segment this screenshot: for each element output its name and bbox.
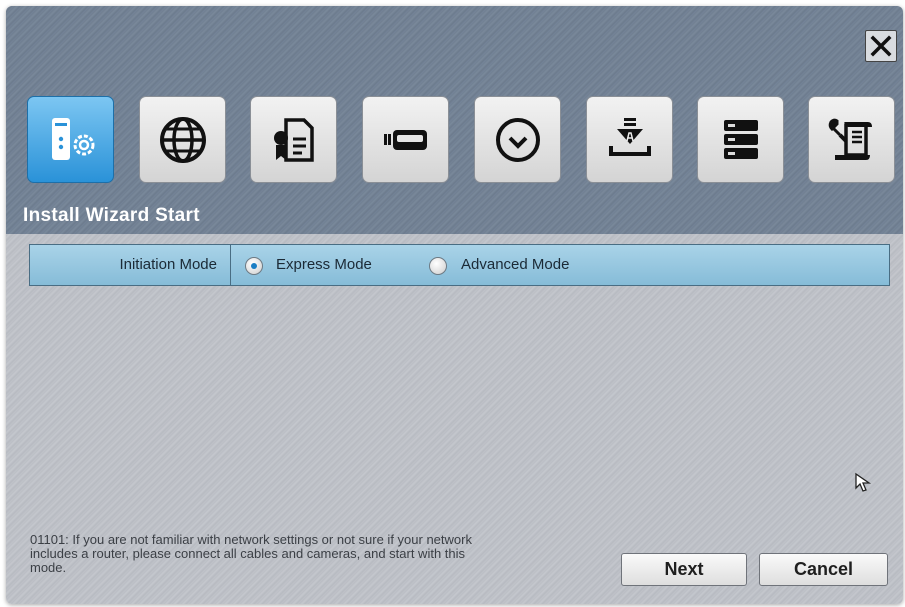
step-license[interactable] [250, 96, 337, 183]
express-mode-label[interactable]: Express Mode [276, 245, 372, 285]
close-button[interactable] [865, 30, 897, 62]
wizard-header: Install Wizard Start [6, 6, 903, 234]
step-system-settings[interactable] [27, 96, 114, 183]
initiation-mode-row: Initiation Mode Express Mode Advanced Mo… [29, 244, 890, 286]
license-document-icon [273, 117, 314, 162]
help-note: 01101: If you are not familiar with netw… [30, 532, 472, 575]
step-time[interactable] [474, 96, 561, 183]
cancel-button[interactable]: Cancel [759, 553, 888, 586]
advanced-mode-label[interactable]: Advanced Mode [461, 245, 569, 285]
wizard-title: Install Wizard Start [23, 205, 200, 226]
globe-network-icon [159, 116, 206, 163]
next-button[interactable]: Next [621, 553, 747, 586]
step-server[interactable] [697, 96, 784, 183]
install-wizard-window: Install Wizard Start Initiation Mode Exp… [6, 6, 903, 604]
step-tools[interactable] [808, 96, 895, 183]
step-network[interactable] [139, 96, 226, 183]
download-install-icon [608, 117, 651, 156]
close-icon [870, 35, 892, 57]
step-storage[interactable] [362, 96, 449, 183]
express-mode-radio[interactable] [245, 257, 263, 275]
mouse-cursor-icon [855, 472, 872, 492]
advanced-mode-radio[interactable] [429, 257, 447, 275]
radio-selected-dot [251, 263, 257, 269]
initiation-mode-label: Initiation Mode [30, 245, 231, 285]
tools-icon [828, 118, 872, 160]
system-settings-icon [51, 117, 94, 160]
storage-drive-icon [383, 129, 427, 150]
server-stack-icon [723, 119, 758, 159]
step-install[interactable] [586, 96, 673, 183]
clock-icon [495, 117, 540, 162]
